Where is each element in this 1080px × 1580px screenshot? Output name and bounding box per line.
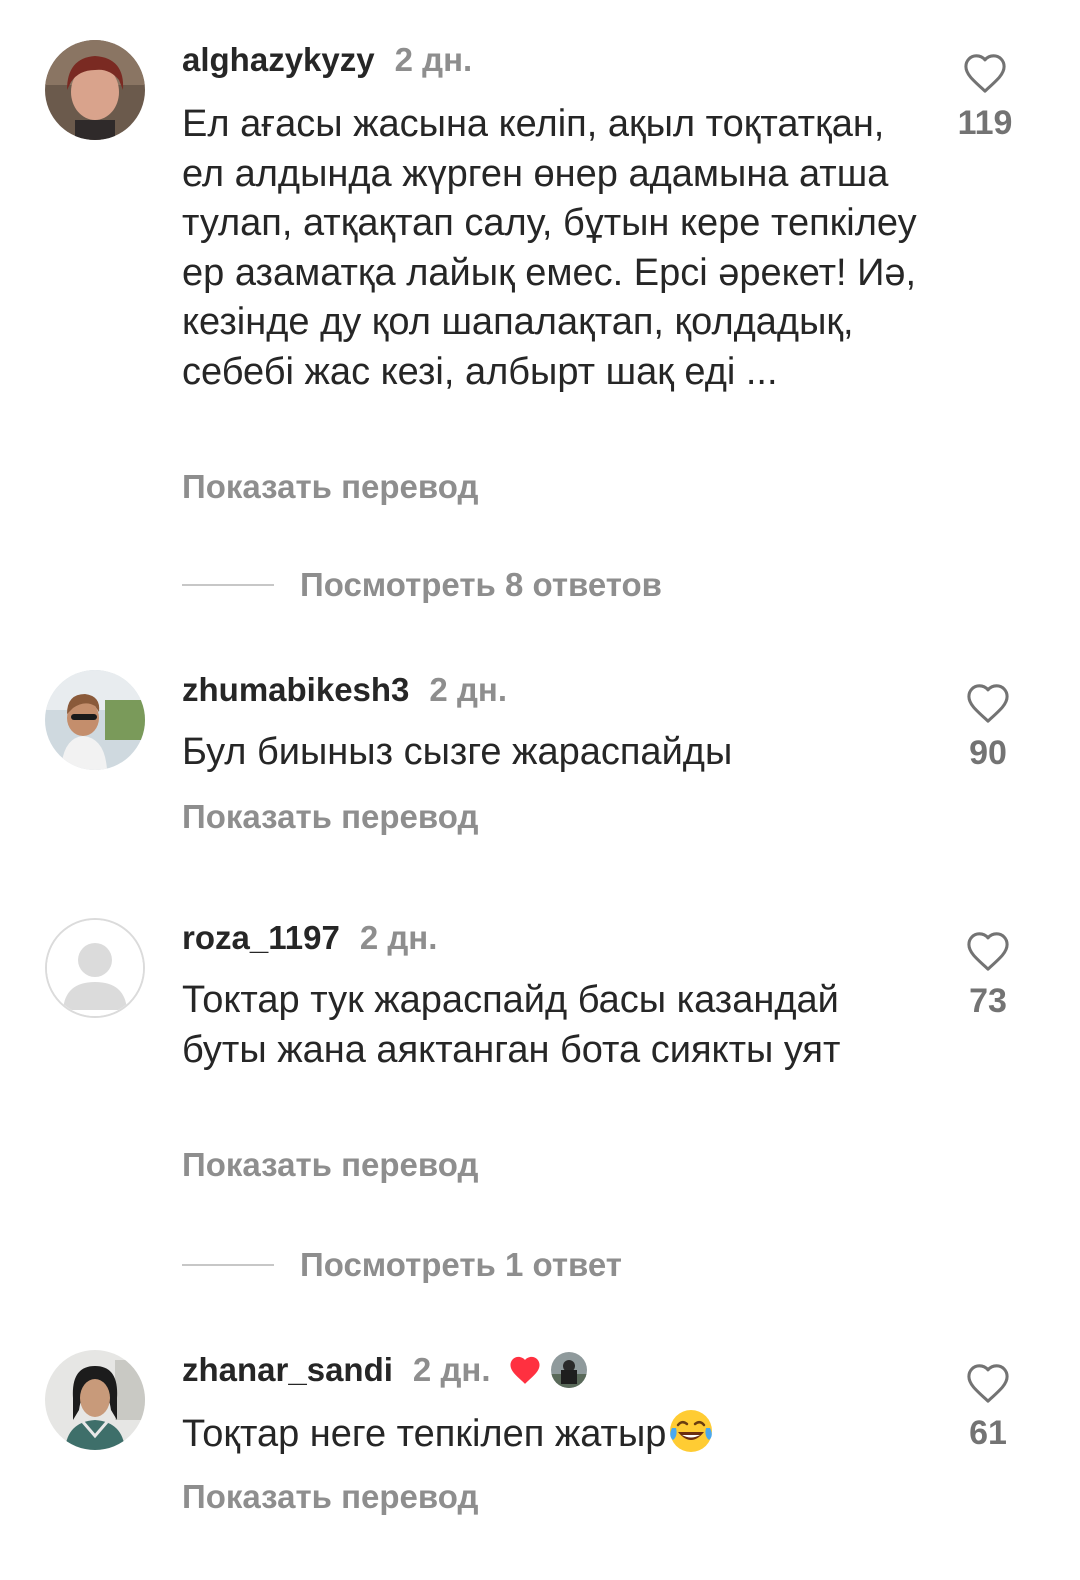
comment-text: Бул биыныз сызге жараспайды xyxy=(182,731,733,773)
author-avatar xyxy=(550,1352,587,1388)
username[interactable]: zhumabikesh3 xyxy=(182,671,409,709)
comment-header: alghazykyzy 2 дн. xyxy=(182,40,472,80)
timestamp: 2 дн. xyxy=(412,1351,491,1388)
avatar[interactable] xyxy=(45,1350,145,1450)
avatar[interactable] xyxy=(45,918,145,1018)
timestamp: 2 дн. xyxy=(359,919,438,956)
view-replies-label: Посмотреть 8 ответов xyxy=(300,566,662,603)
comment-header: zhanar_sandi 2 дн. xyxy=(182,1350,587,1390)
comment-text-content: Тоқтар неге тепкілеп жатыр xyxy=(182,1413,667,1455)
like-count: 119 xyxy=(957,104,1013,142)
username[interactable]: alghazykyzy xyxy=(182,41,375,79)
replies-divider xyxy=(182,1264,274,1266)
face-with-tears-of-joy-icon xyxy=(668,1408,714,1454)
show-translation-link[interactable]: Показать перевод xyxy=(182,1478,478,1516)
username[interactable]: roza_1197 xyxy=(182,919,340,957)
timestamp: 2 дн. xyxy=(394,41,473,78)
view-replies-button[interactable]: Посмотреть 1 ответ xyxy=(182,1246,622,1284)
comment-header: zhumabikesh3 2 дн. xyxy=(182,670,507,710)
like-count: 61 xyxy=(969,1414,1007,1452)
show-translation-link[interactable]: Показать перевод xyxy=(182,468,478,506)
comment-text: Токтар тук жараспайд басы казандай буты … xyxy=(182,979,841,1071)
comment-header: roza_1197 2 дн. xyxy=(182,918,437,958)
avatar[interactable] xyxy=(45,40,145,140)
heart-filled-icon xyxy=(507,1354,543,1386)
replies-divider xyxy=(182,584,274,586)
like-button[interactable]: 119 xyxy=(940,52,1030,143)
heart-outline-icon xyxy=(967,1364,1009,1403)
view-replies-button[interactable]: Посмотреть 8 ответов xyxy=(182,566,662,604)
timestamp: 2 дн. xyxy=(429,671,507,708)
like-button[interactable]: 90 xyxy=(943,682,1033,773)
heart-outline-icon xyxy=(967,684,1009,723)
show-translation-link[interactable]: Показать перевод xyxy=(182,798,478,836)
heart-outline-icon xyxy=(967,932,1009,971)
like-count: 73 xyxy=(969,982,1007,1020)
like-button[interactable]: 61 xyxy=(943,1362,1033,1453)
like-button[interactable]: 73 xyxy=(943,930,1033,1021)
show-translation-link[interactable]: Показать перевод xyxy=(182,1146,478,1184)
username[interactable]: zhanar_sandi xyxy=(182,1351,393,1389)
like-count: 90 xyxy=(969,734,1007,772)
heart-outline-icon xyxy=(964,54,1006,93)
comment-text: Ел ағасы жасына келіп, ақыл тоқтатқан, е… xyxy=(182,103,917,393)
view-replies-label: Посмотреть 1 ответ xyxy=(300,1246,622,1283)
avatar[interactable] xyxy=(45,670,145,770)
comment-text: Тоқтар неге тепкілеп жатыр xyxy=(182,1408,982,1460)
